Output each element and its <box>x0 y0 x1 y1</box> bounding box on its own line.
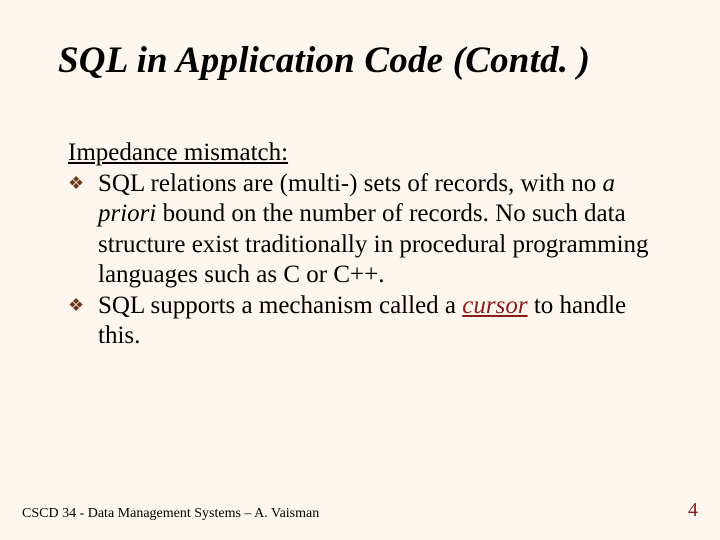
diamond-bullet-icon: ❖ <box>68 295 84 317</box>
slide: SQL in Application Code (Contd. ) Impeda… <box>0 0 720 540</box>
bullet-text-pre: SQL supports a mechanism called a <box>98 292 462 319</box>
subheading: Impedance mismatch: <box>68 139 662 167</box>
bullet-text-post: bound on the number of records. No such … <box>98 200 649 288</box>
footer-text: CSCD 34 - Data Management Systems – A. V… <box>22 506 319 522</box>
diamond-bullet-icon: ❖ <box>68 173 84 195</box>
cursor-keyword: cursor <box>462 292 527 319</box>
bullet-list: ❖ SQL relations are (multi-) sets of rec… <box>68 169 662 352</box>
bullet-text-pre: SQL relations are (multi-) sets of recor… <box>98 170 603 197</box>
list-item: ❖ SQL relations are (multi-) sets of rec… <box>68 169 662 291</box>
list-item: ❖ SQL supports a mechanism called a curs… <box>68 291 662 352</box>
slide-title: SQL in Application Code (Contd. ) <box>58 40 662 83</box>
page-number: 4 <box>688 499 698 522</box>
